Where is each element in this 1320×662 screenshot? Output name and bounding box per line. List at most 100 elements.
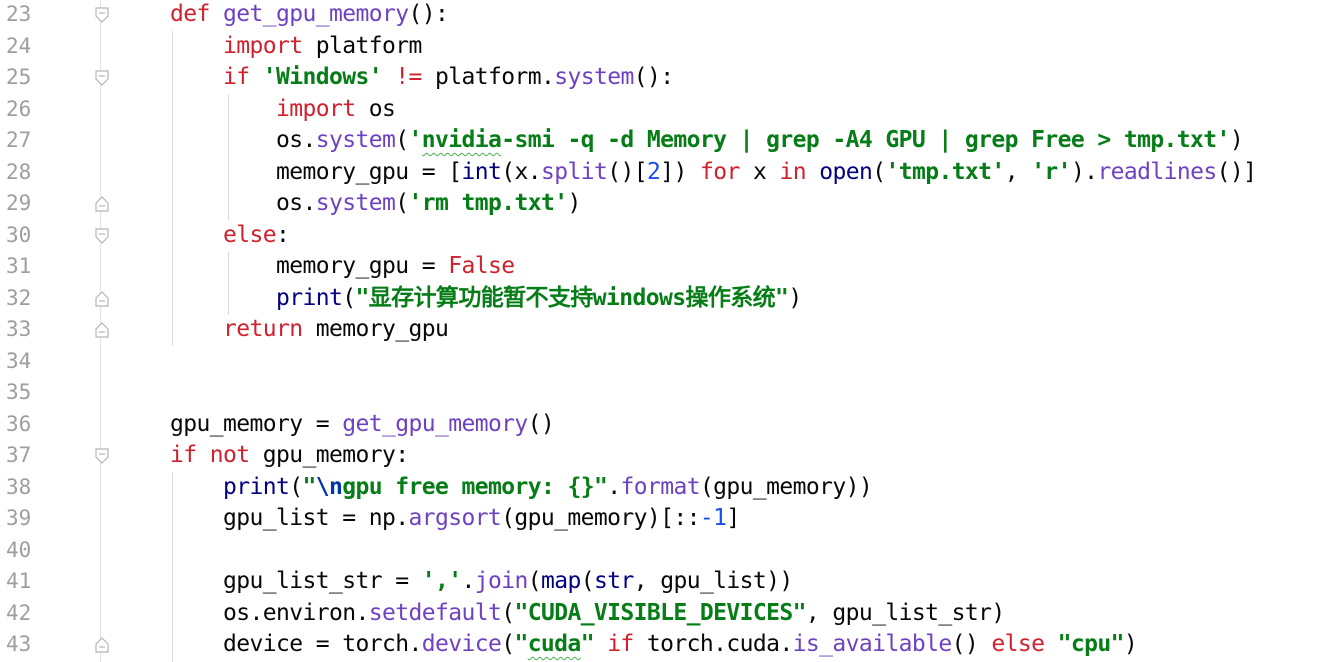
code-line[interactable]: 23 def get_gpu_memory(): <box>0 0 1320 31</box>
code-token: memory_gpu <box>302 316 449 342</box>
code-line[interactable]: 38 print("\ngpu free memory: {}".format(… <box>0 472 1320 504</box>
code-token: -1 <box>699 505 727 531</box>
code-token: system <box>315 190 396 216</box>
code-line[interactable]: 28 memory_gpu = [int(x.split()[2]) for x… <box>0 157 1320 189</box>
code-line[interactable]: 30 else: <box>0 220 1320 252</box>
code-token: ()] <box>1216 158 1257 185</box>
code-token: "显存计算功能暂不支持windows操作系统" <box>355 284 789 311</box>
line-number: 31 <box>6 254 32 278</box>
code-line[interactable]: 40 <box>0 535 1320 567</box>
code-text[interactable]: else: <box>170 220 290 252</box>
code-text[interactable]: memory_gpu = False <box>170 251 515 283</box>
fold-start-icon[interactable] <box>93 227 111 245</box>
code-token: device = torch. <box>170 631 422 657</box>
code-token: ',' <box>421 568 462 594</box>
code-line[interactable]: 29 os.system('rm tmp.txt') <box>0 188 1320 220</box>
fold-end-icon[interactable] <box>93 195 111 213</box>
code-token: if <box>170 442 197 468</box>
line-number: 39 <box>6 506 32 530</box>
code-token: ( <box>527 568 542 594</box>
code-token: "CUDA_VISIBLE_DEVICES" <box>514 599 806 626</box>
code-line[interactable]: 34 <box>0 346 1320 378</box>
code-token: ) <box>788 284 802 311</box>
code-token: ) <box>1123 631 1138 657</box>
fold-start-icon[interactable] <box>93 6 111 24</box>
code-line[interactable]: 36 gpu_memory = get_gpu_memory() <box>0 409 1320 441</box>
code-text[interactable]: print("显存计算功能暂不支持windows操作系统") <box>170 283 802 315</box>
code-token: system <box>554 64 634 90</box>
code-token: import <box>275 95 356 122</box>
fold-end-icon[interactable] <box>93 290 111 308</box>
code-line[interactable]: 43 device = torch.device("cuda" if torch… <box>0 629 1320 661</box>
code-token: ' <box>408 127 422 153</box>
code-token: False <box>448 253 515 279</box>
code-text[interactable]: print("\ngpu free memory: {}".format(gpu… <box>170 472 873 504</box>
code-text[interactable]: gpu_memory = get_gpu_memory() <box>170 409 555 441</box>
code-token: not <box>209 442 250 468</box>
code-token: map <box>540 568 581 594</box>
code-text[interactable]: os.system('rm tmp.txt') <box>170 188 581 220</box>
code-token: os. <box>170 127 316 153</box>
code-token: 'rm tmp.txt' <box>408 190 568 216</box>
code-text[interactable]: memory_gpu = [int(x.split()[2]) for x in… <box>170 157 1257 189</box>
code-token: " <box>580 631 595 657</box>
code-token: ]) <box>660 158 700 185</box>
code-token: nvidia <box>421 127 502 153</box>
code-line[interactable]: 35 <box>0 377 1320 409</box>
code-token: readlines <box>1097 158 1217 185</box>
code-line[interactable]: 37 if not gpu_memory: <box>0 440 1320 472</box>
fold-start-icon[interactable] <box>93 447 111 465</box>
code-token: ( <box>501 631 515 657</box>
code-token: device <box>421 631 502 657</box>
code-token: , gpu_list_str) <box>805 599 1005 626</box>
fold-end-icon[interactable] <box>93 321 111 339</box>
code-line[interactable]: 32 print("显存计算功能暂不支持windows操作系统") <box>0 283 1320 315</box>
code-line[interactable]: 39 gpu_list = np.argsort(gpu_memory)[::-… <box>0 503 1320 535</box>
code-token: gpu_list_str = <box>170 568 422 594</box>
code-text[interactable]: def get_gpu_memory(): <box>170 0 449 31</box>
code-text[interactable]: gpu_list = np.argsort(gpu_memory)[::-1] <box>170 503 740 535</box>
code-text[interactable]: gpu_list_str = ','.join(map(str, gpu_lis… <box>170 566 793 598</box>
code-token: ( <box>342 284 356 311</box>
code-line[interactable]: 42 os.environ.setdefault("CUDA_VISIBLE_D… <box>0 598 1320 630</box>
code-token: (): <box>408 1 449 27</box>
code-line[interactable]: 31 memory_gpu = False <box>0 251 1320 283</box>
code-line[interactable]: 26 import os <box>0 94 1320 126</box>
code-token: "cpu" <box>1057 631 1125 657</box>
code-line[interactable]: 24 import platform <box>0 31 1320 63</box>
fold-start-icon[interactable] <box>93 69 111 87</box>
code-text[interactable]: return memory_gpu <box>170 314 449 346</box>
code-token: ) <box>567 190 581 216</box>
code-line[interactable]: 25 if 'Windows' != platform.system(): <box>0 62 1320 94</box>
code-token: (x. <box>501 158 541 185</box>
code-token: argsort <box>408 505 502 531</box>
code-token: print <box>223 473 290 500</box>
code-token: () <box>951 631 992 657</box>
code-token: 'r' <box>1031 158 1071 185</box>
line-number: 26 <box>6 96 32 121</box>
code-text[interactable]: if not gpu_memory: <box>170 440 409 472</box>
code-line[interactable]: 41 gpu_list_str = ','.join(map(str, gpu_… <box>0 566 1320 598</box>
code-text[interactable]: import os <box>170 94 396 126</box>
code-token: " <box>302 473 317 500</box>
code-line[interactable]: 27 os.system('nvidia-smi -q -d Memory | … <box>0 125 1320 157</box>
code-token: ( <box>501 599 515 626</box>
fold-end-icon[interactable] <box>93 636 111 654</box>
code-text[interactable]: device = torch.device("cuda" if torch.cu… <box>170 629 1138 661</box>
code-token: import <box>223 32 303 59</box>
code-text[interactable]: import platform <box>170 31 422 63</box>
code-text[interactable]: if 'Windows' != platform.system(): <box>170 62 674 94</box>
code-token: def <box>170 1 210 27</box>
code-token: int <box>461 158 502 185</box>
code-text[interactable]: os.environ.setdefault("CUDA_VISIBLE_DEVI… <box>170 598 1005 630</box>
code-line[interactable]: 33 return memory_gpu <box>0 314 1320 346</box>
code-token: 'tmp.txt' <box>885 158 1005 185</box>
code-text[interactable]: os.system('nvidia-smi -q -d Memory | gre… <box>170 125 1244 157</box>
code-editor[interactable]: 23 def get_gpu_memory(): 24 import platfor… <box>0 0 1320 662</box>
